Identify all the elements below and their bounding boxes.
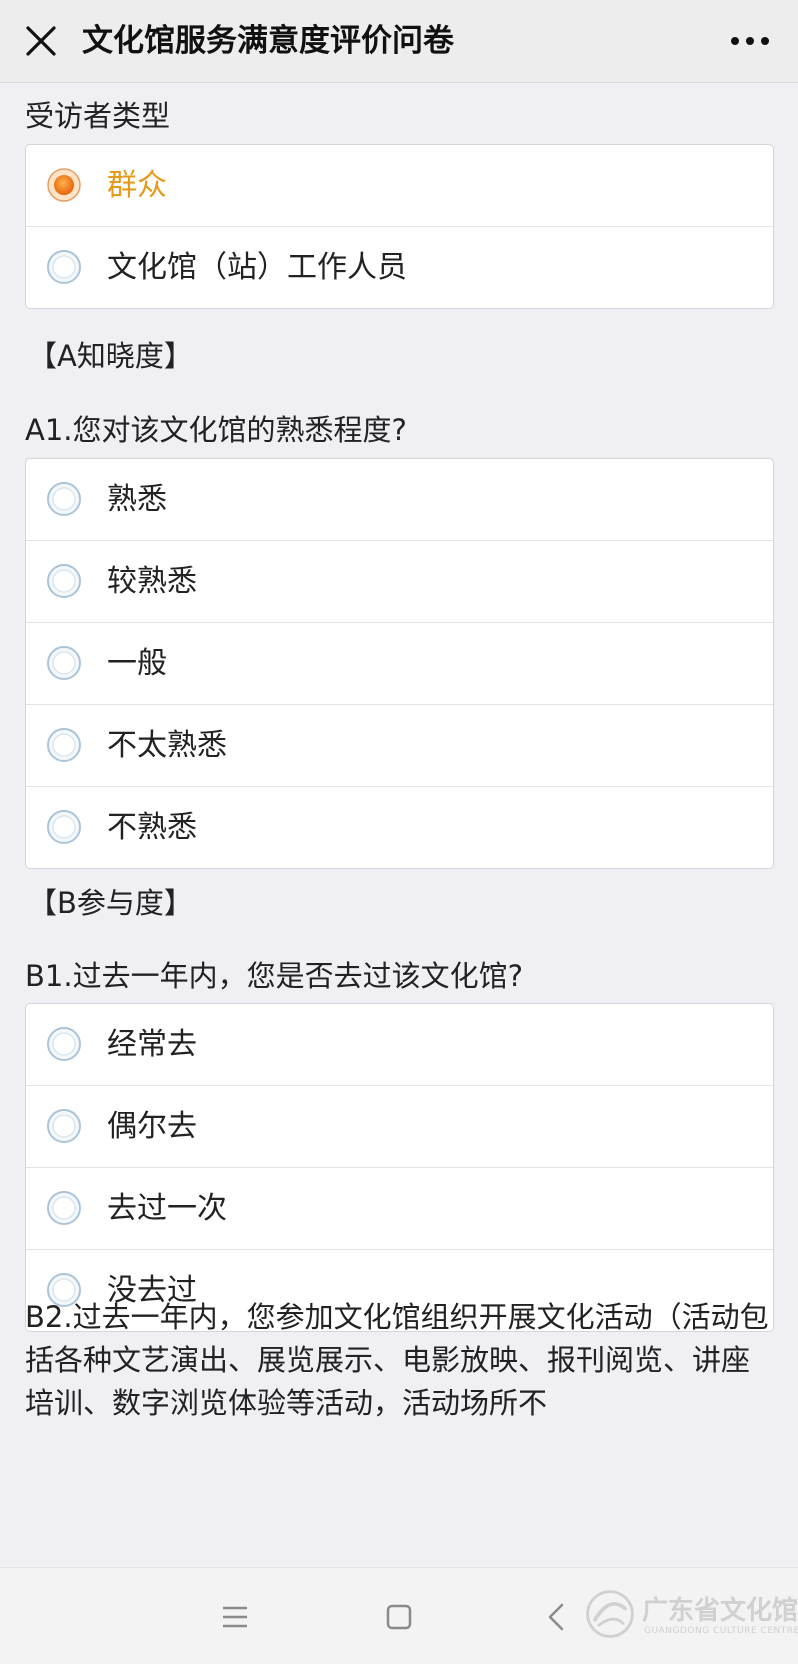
more-dots-icon[interactable]: [724, 20, 776, 62]
option-a1-average[interactable]: 一般: [26, 623, 773, 705]
option-label: 经常去: [107, 1027, 197, 1062]
question-a1: A1.您对该文化馆的熟悉程度?: [25, 413, 407, 447]
a1-options: 熟悉 较熟悉 一般 不太熟悉 不熟悉: [25, 458, 774, 869]
close-icon[interactable]: [18, 18, 64, 64]
radio-unselected-icon[interactable]: [46, 1026, 82, 1062]
option-a1-not-very-familiar[interactable]: 不太熟悉: [26, 705, 773, 787]
radio-unselected-icon[interactable]: [46, 1190, 82, 1226]
radio-unselected-icon[interactable]: [46, 809, 82, 845]
option-a1-familiar[interactable]: 熟悉: [26, 459, 773, 541]
option-label: 偶尔去: [107, 1109, 197, 1144]
question-b1: B1.过去一年内，您是否去过该文化馆?: [25, 959, 523, 993]
radio-selected-icon[interactable]: [46, 167, 82, 203]
option-label: 熟悉: [107, 482, 167, 517]
option-label: 一般: [107, 646, 167, 681]
radio-unselected-icon[interactable]: [46, 249, 82, 285]
option-a1-fairly-familiar[interactable]: 较熟悉: [26, 541, 773, 623]
option-label: 文化馆（站）工作人员: [107, 250, 407, 285]
home-square-icon[interactable]: [374, 1592, 424, 1642]
option-b1-often[interactable]: 经常去: [26, 1004, 773, 1086]
radio-unselected-icon[interactable]: [46, 563, 82, 599]
option-respondent-public[interactable]: 群众: [26, 145, 773, 227]
back-chevron-icon[interactable]: [532, 1592, 582, 1642]
option-label: 去过一次: [107, 1191, 227, 1226]
option-label: 群众: [107, 168, 167, 203]
option-respondent-staff[interactable]: 文化馆（站）工作人员: [26, 227, 773, 308]
radio-unselected-icon[interactable]: [46, 645, 82, 681]
b1-options: 经常去 偶尔去 去过一次 没去过: [25, 1003, 774, 1332]
top-bar: 文化馆服务满意度评价问卷: [0, 0, 798, 83]
watermark-subtext: GUANGDONG CULTURE CENTRE: [644, 1626, 798, 1636]
option-label: 不太熟悉: [107, 728, 227, 763]
radio-unselected-icon[interactable]: [46, 481, 82, 517]
option-a1-unfamiliar[interactable]: 不熟悉: [26, 787, 773, 868]
culture-centre-logo-icon: [586, 1590, 634, 1638]
page-title: 文化馆服务满意度评价问卷: [82, 23, 454, 59]
system-nav-bar: 广东省文化馆 GUANGDONG CULTURE CENTRE: [0, 1567, 798, 1664]
option-b1-once[interactable]: 去过一次: [26, 1168, 773, 1250]
question-b2: B2.过去一年内，您参加文化馆组织开展文化活动（活动包括各种文艺演出、展览展示、…: [25, 1300, 769, 1420]
survey-content: 受访者类型 群众 文化馆（站）工作人员 【A知晓度】 A1.您对该文化馆的熟悉程…: [0, 83, 798, 1567]
respondent-type-options: 群众 文化馆（站）工作人员: [25, 144, 774, 309]
section-b-title: 【B参与度】: [28, 886, 193, 920]
option-b1-occasionally[interactable]: 偶尔去: [26, 1086, 773, 1168]
question-respondent-type: 受访者类型: [25, 99, 171, 133]
option-label: 较熟悉: [107, 564, 197, 599]
menu-icon[interactable]: [210, 1592, 260, 1642]
radio-unselected-icon[interactable]: [46, 727, 82, 763]
watermark-logo: 广东省文化馆 GUANGDONG CULTURE CENTRE: [582, 1582, 798, 1652]
watermark-text: 广东省文化馆: [642, 1596, 798, 1626]
radio-unselected-icon[interactable]: [46, 1108, 82, 1144]
option-label: 不熟悉: [107, 810, 197, 845]
section-a-title: 【A知晓度】: [28, 339, 193, 373]
survey-page: 文化馆服务满意度评价问卷 受访者类型 群众 文化馆（站）工作人员 【A知晓度】 …: [0, 0, 798, 1664]
